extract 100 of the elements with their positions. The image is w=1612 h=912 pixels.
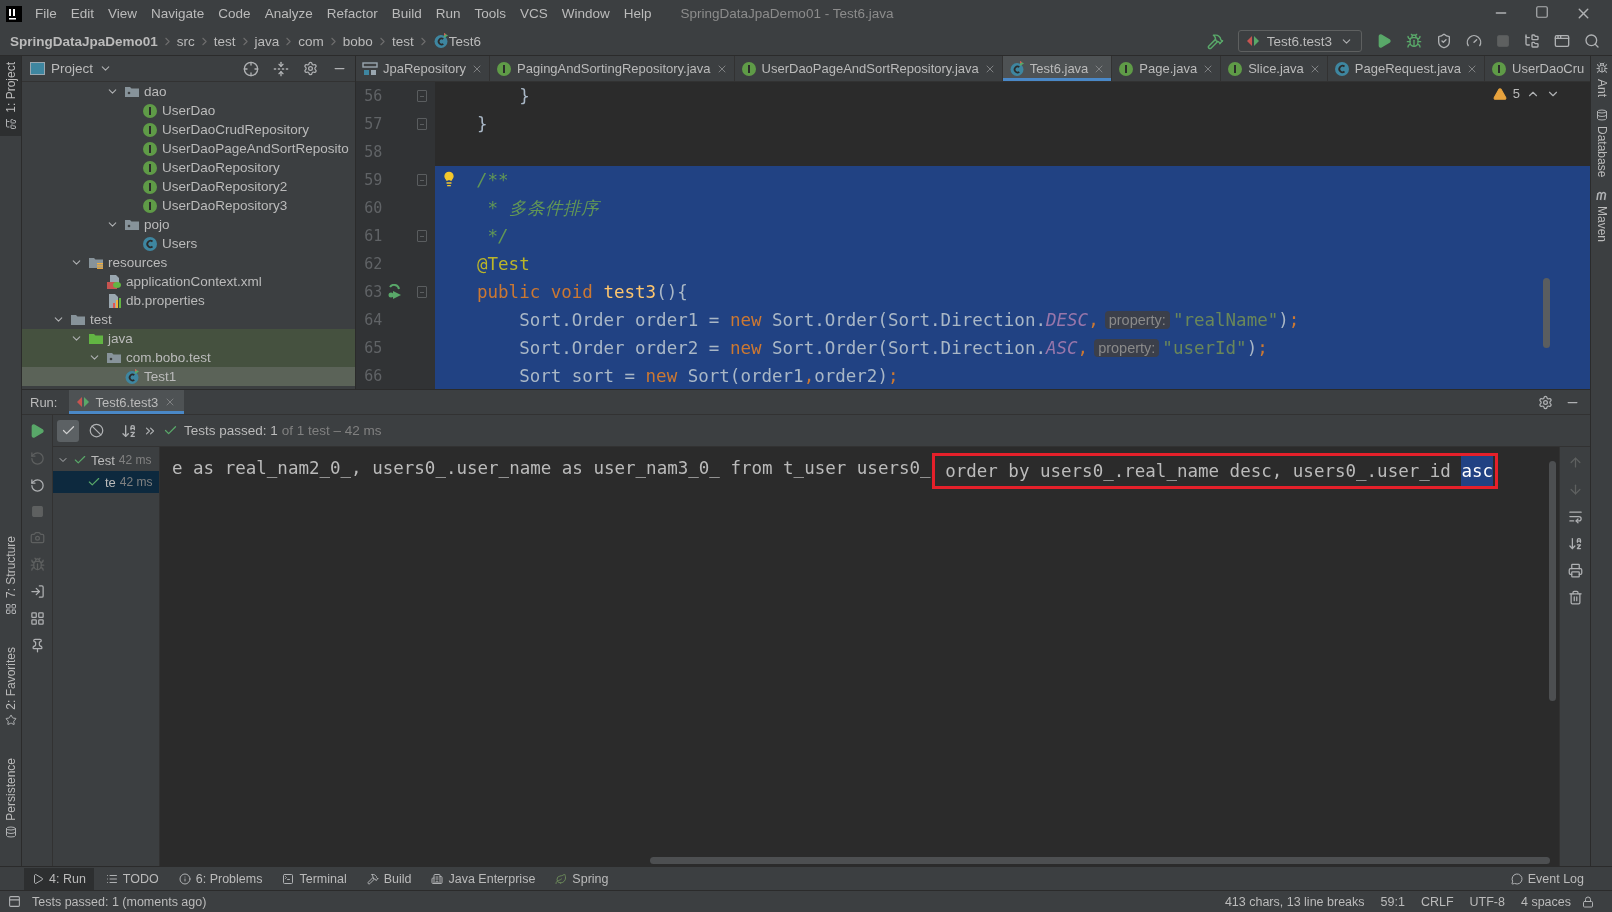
window-icon[interactable] [1554, 33, 1570, 49]
tool-window-tab[interactable]: 4: Run [24, 867, 94, 890]
status-item[interactable]: UTF-8 [1464, 894, 1510, 909]
scroll-to-end-icon[interactable] [1567, 536, 1583, 551]
toggle-auto-test-icon[interactable] [29, 478, 45, 493]
locate-icon[interactable] [243, 60, 259, 77]
tool-window-tab[interactable]: Java Enterprise [423, 867, 544, 890]
breadcrumb[interactable]: src [176, 33, 195, 49]
editor-tab[interactable]: PagingAndSortingRepository.java [490, 56, 735, 81]
rerun-icon[interactable] [29, 423, 45, 439]
scrollbar-thumb[interactable] [650, 857, 1550, 864]
breadcrumb[interactable]: Test6 [448, 33, 481, 49]
event-log-tab[interactable]: Event Log [1502, 867, 1592, 890]
sort-icon[interactable] [121, 422, 137, 439]
tool-window-tab[interactable]: TODO [97, 867, 167, 890]
debug-icon[interactable] [1406, 33, 1422, 49]
tool-window-tab[interactable]: Spring [547, 867, 617, 890]
tree-item[interactable]: UserDao [22, 101, 355, 120]
editor-tab[interactable]: Slice.java [1221, 56, 1328, 81]
exit-icon[interactable] [29, 584, 45, 599]
tree-item[interactable]: UserDaoRepository [22, 158, 355, 177]
menu-item[interactable]: View [101, 6, 145, 21]
menu-item[interactable]: Build [384, 6, 429, 21]
warning-count[interactable]: 5 [1512, 86, 1520, 101]
tree-item[interactable]: UserDaoCrudRepository [22, 120, 355, 139]
tree-item[interactable]: Test1 [22, 367, 355, 386]
fold-marker[interactable] [416, 174, 427, 186]
tree-item[interactable]: db.properties [22, 291, 355, 310]
menu-item[interactable]: Tools [467, 6, 513, 21]
fold-marker[interactable] [416, 118, 427, 130]
tool-window-tab[interactable]: Maven [1591, 183, 1612, 249]
breadcrumb[interactable]: SpringDataJpaDemo01 [10, 33, 158, 49]
menu-item[interactable]: Window [554, 6, 617, 21]
maximize-icon[interactable] [1535, 5, 1549, 19]
menu-item[interactable]: Refactor [319, 6, 385, 21]
lightbulb-icon[interactable] [441, 171, 457, 187]
tool-window-tab[interactable]: Terminal [274, 867, 355, 890]
profile-icon[interactable] [1466, 33, 1482, 49]
tool-window-tab[interactable]: Build [358, 867, 420, 890]
editor-tab[interactable]: PageRequest.java [1327, 56, 1486, 81]
show-passed-toggle[interactable] [57, 419, 79, 442]
soft-wrap-icon[interactable] [1567, 509, 1583, 524]
menu-item[interactable]: Help [616, 6, 659, 21]
print-icon[interactable] [1567, 563, 1583, 578]
editor-tab[interactable]: Test6.java [1002, 56, 1113, 81]
tool-window-tab[interactable]: 1: Project [0, 56, 21, 136]
tree-item[interactable]: dao [22, 82, 355, 101]
tree-item[interactable]: java [22, 329, 355, 348]
project-view-dropdown[interactable]: Project [30, 61, 113, 76]
search-icon[interactable] [1584, 33, 1600, 49]
tool-window-tab[interactable]: Database [1591, 103, 1612, 184]
menu-item[interactable]: File [28, 6, 64, 21]
breadcrumb[interactable]: com [298, 33, 324, 49]
tool-window-tab[interactable]: Persistence [0, 752, 21, 844]
breadcrumb[interactable]: java [254, 33, 280, 49]
coverage-icon[interactable] [1436, 33, 1452, 49]
result-row[interactable]: te 42 ms [53, 471, 159, 493]
tree-item[interactable]: resources [22, 253, 355, 272]
tree-item[interactable]: UserDaoRepository2 [22, 177, 355, 196]
breadcrumb[interactable]: test [213, 33, 236, 49]
settings-icon[interactable] [303, 61, 318, 76]
tree-item[interactable]: com.bobo.test [22, 348, 355, 367]
fold-marker[interactable] [416, 90, 427, 102]
fold-marker[interactable] [416, 230, 427, 242]
menu-item[interactable]: Run [428, 6, 468, 21]
layout-icon[interactable] [29, 611, 45, 626]
tool-window-tab[interactable]: Ant [1591, 56, 1612, 103]
status-item[interactable]: 4 spaces [1515, 894, 1576, 909]
tree-item[interactable]: test [22, 310, 355, 329]
pin-icon[interactable] [29, 638, 45, 653]
tree-item[interactable]: pojo [22, 215, 355, 234]
menu-item[interactable]: Code [211, 6, 258, 21]
tree-item[interactable]: UserDaoPageAndSortReposito [22, 139, 355, 158]
status-item[interactable]: 59:1 [1375, 894, 1410, 909]
result-row[interactable]: Test 42 ms [53, 449, 159, 471]
hammer-icon[interactable] [1206, 32, 1224, 50]
tool-window-tab[interactable]: 7: Structure [0, 529, 21, 621]
breadcrumb[interactable]: test [391, 33, 414, 49]
run-tab[interactable]: Test6.test3 [69, 390, 185, 414]
editor-tab[interactable]: Page.java [1112, 56, 1222, 81]
editor-tab[interactable]: JpaRepository [356, 56, 491, 81]
lock-icon[interactable] [1582, 895, 1594, 908]
menu-item[interactable]: VCS [513, 6, 555, 21]
scrollbar-thumb[interactable] [1549, 461, 1556, 701]
panel-icon[interactable] [8, 895, 21, 908]
run-icon[interactable] [1376, 33, 1392, 49]
tree-item[interactable]: Users [22, 234, 355, 253]
settings-icon[interactable] [1538, 394, 1553, 410]
menu-item[interactable]: Edit [63, 6, 102, 21]
breadcrumb[interactable]: bobo [342, 33, 373, 49]
tree-item[interactable]: UserDaoRepository3 [22, 196, 355, 215]
trash-icon[interactable] [1567, 590, 1583, 605]
status-item[interactable]: CRLF [1415, 894, 1459, 909]
editor-tab[interactable]: UserDaoPageAndSortRepository.java [734, 56, 1003, 81]
fold-marker[interactable] [416, 286, 427, 298]
menu-item[interactable]: Navigate [144, 6, 212, 21]
run-config-dropdown[interactable]: Test6.test3 [1237, 30, 1362, 52]
tool-window-tab[interactable]: 6: Problems [170, 867, 271, 890]
menu-item[interactable]: Analyze [257, 6, 320, 21]
project-structure-icon[interactable] [1524, 33, 1540, 49]
